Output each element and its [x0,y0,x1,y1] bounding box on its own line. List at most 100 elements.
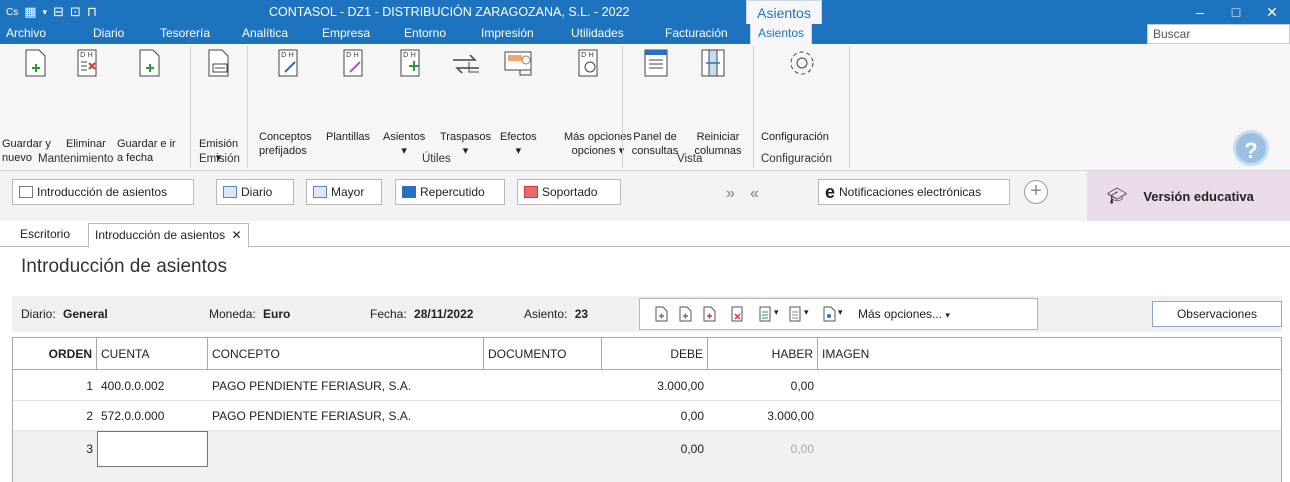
header-imagen[interactable]: IMAGEN [818,338,1283,370]
menu-tesoreria[interactable]: Tesorería [160,26,210,40]
cell-haber[interactable]: 3.000,00 [708,401,818,431]
cell-haber[interactable]: 0,00 [708,371,818,401]
mayor-button[interactable]: Mayor [306,179,382,205]
table-row[interactable]: 1 400.0.0.002 PAGO PENDIENTE FERIASUR, S… [13,371,1281,401]
configuracion-button[interactable]: Configuración [761,130,829,144]
traspasos-dropdown-icon: ▾ [462,145,469,157]
menu-archivo[interactable]: Archivo [6,26,46,40]
menu-utilidades[interactable]: Utilidades [571,26,624,40]
header-haber[interactable]: HABER [708,338,818,370]
cell-concepto[interactable]: PAGO PENDIENTE FERIASUR, S.A. [208,371,484,401]
ribbon-separator [247,46,248,168]
copy-line-icon[interactable] [758,306,772,322]
cell-documento[interactable] [484,371,602,401]
search-input[interactable]: Buscar [1147,24,1290,44]
calendar-icon[interactable]: ▦ [24,4,36,20]
attach-document-icon[interactable] [822,306,836,322]
guardar-fecha-button[interactable]: Guardar e ir a fecha [117,137,183,165]
observaciones-button[interactable]: Observaciones [1152,301,1282,327]
cell-cuenta[interactable]: 400.0.0.002 [97,371,208,401]
efectos-button[interactable]: Efectos ▾ [500,130,537,158]
asientos-button[interactable]: Asientos ▾ [383,130,425,158]
diario-field-value[interactable]: General [63,307,108,321]
soportado-button[interactable]: Soportado [517,179,621,205]
paste-dropdown-icon[interactable]: ▾ [804,307,809,318]
eliminar-label: Eliminar [66,138,106,150]
more-options-icon: D H [578,49,598,77]
header-concepto[interactable]: CONCEPTO [208,338,484,370]
menu-diario[interactable]: Diario [93,26,124,40]
cell-cuenta[interactable]: 572.0.0.000 [97,401,208,431]
menu-analitica[interactable]: Analítica [242,26,288,40]
moneda-field-value[interactable]: Euro [263,307,290,321]
repercutido-button[interactable]: Repercutido [395,179,505,205]
menu-impresion[interactable]: Impresión [481,26,534,40]
delete-line-icon[interactable] [730,306,744,322]
cell-concepto[interactable]: PAGO PENDIENTE FERIASUR, S.A. [208,401,484,431]
insert-line-icon[interactable] [654,306,668,322]
effects-icon [504,51,532,76]
conceptos-prefijados-button[interactable]: Conceptos prefijados [259,130,325,158]
notificaciones-button[interactable]: e Notificaciones electrónicas [818,179,1010,205]
paste-line-icon[interactable] [788,306,802,322]
header-documento[interactable]: DOCUMENTO [484,338,602,370]
print-icon [208,49,229,77]
menu-entorno[interactable]: Entorno [404,26,446,40]
plantillas-button[interactable]: Plantillas [326,130,370,144]
cell-documento[interactable] [484,431,602,467]
journal-icon [223,186,237,198]
tab-escritorio[interactable]: Escritorio [20,227,70,241]
open-folder-icon[interactable]: ⊟ [53,4,64,20]
window-title: CONTASOL - DZ1 - DISTRIBUCIÓN ZARAGOZANA… [269,5,630,19]
cell-documento[interactable] [484,401,602,431]
cell-debe[interactable]: 3.000,00 [602,371,708,401]
header-cuenta[interactable]: CUENTA [97,338,208,370]
eliminar-button[interactable]: Eliminar [66,137,106,151]
cell-orden: 3 [86,442,93,456]
export-icon[interactable]: ⊡ [70,4,81,20]
account-input[interactable] [97,431,208,467]
table-row[interactable]: 3 0,00 0,00 [13,431,1281,482]
quick-access-toolbar: Cs ▦ ▾ ⊟ ⊡ ⊓ [0,4,97,20]
insert-above-icon[interactable] [678,306,692,322]
diario-field-label: Diario: [21,307,56,321]
close-icon[interactable]: ✕ [1254,0,1290,24]
page-title: Introducción de asientos [21,256,227,277]
tab-introduccion-asientos[interactable]: Introducción de asientos ✕ [88,223,249,248]
diario-button[interactable]: Diario [216,179,294,205]
cell-debe[interactable]: 0,00 [602,431,708,467]
close-tab-icon[interactable]: ✕ [231,228,241,242]
cell-concepto[interactable] [208,431,484,467]
attach-dropdown-icon[interactable]: ▾ [838,307,843,318]
header-debe[interactable]: DEBE [602,338,708,370]
menu-empresa[interactable]: Empresa [322,26,370,40]
asiento-field-value[interactable]: 23 [575,307,588,321]
copy-dropdown-icon[interactable]: ▾ [774,307,779,318]
plantillas-label: Plantillas [326,131,371,143]
introduccion-asientos-button[interactable]: Introducción de asientos [12,179,194,205]
menu-facturacion[interactable]: Facturación [665,26,728,40]
minimize-icon[interactable]: – [1182,0,1218,24]
add-shortcut-icon[interactable]: + [1024,180,1048,204]
collapse-left-icon[interactable]: « [750,185,759,203]
configuracion-label: Configuración [761,131,829,143]
insert-red-icon[interactable] [702,306,716,322]
panel-consultas-button[interactable]: Panel de consultas [630,130,680,158]
lock-icon[interactable]: ⊓ [87,4,97,20]
mas-opciones-dropdown[interactable]: Más opciones... ▾ [858,307,950,321]
header-orden[interactable]: ORDEN [13,338,97,370]
document-tabs: Escritorio Introducción de asientos ✕ [0,221,1290,248]
gear-icon [790,51,814,75]
menu-asientos[interactable]: Asientos [750,24,813,44]
maximize-icon[interactable]: □ [1218,0,1254,24]
expand-right-icon[interactable]: » [726,185,735,203]
asiento-field: Asiento: 23 [524,307,588,321]
entry-icon [19,186,33,198]
table-row[interactable]: 2 572.0.0.000 PAGO PENDIENTE FERIASUR, S… [13,401,1281,431]
dropdown-icon[interactable]: ▾ [43,7,48,18]
cell-haber[interactable]: 0,00 [708,431,818,467]
context-tab-asientos[interactable]: Asientos [746,0,822,24]
fecha-field-value[interactable]: 28/11/2022 [414,307,473,321]
help-icon[interactable]: ? [1233,130,1269,166]
cell-debe[interactable]: 0,00 [602,401,708,431]
